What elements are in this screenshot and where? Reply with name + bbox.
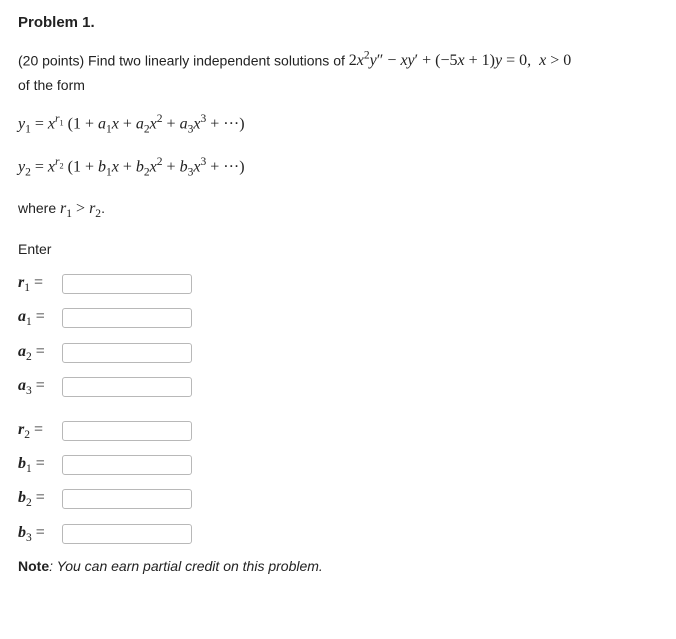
- label-b3: b3 =: [18, 524, 62, 544]
- main-equation: 2x2y″ − xy′ + (−5x + 1)y = 0, x > 0: [349, 52, 572, 69]
- input-a3[interactable]: [62, 377, 192, 397]
- input-a2[interactable]: [62, 343, 192, 363]
- input-a1[interactable]: [62, 308, 192, 328]
- label-r1: r1 =: [18, 274, 62, 294]
- note-text: : You can earn partial credit on this pr…: [49, 558, 323, 574]
- label-b1: b1 =: [18, 455, 62, 475]
- label-r2: r2 =: [18, 421, 62, 441]
- input-b2[interactable]: [62, 489, 192, 509]
- label-a3: a3 =: [18, 377, 62, 397]
- label-a1: a1 =: [18, 308, 62, 328]
- input-r2[interactable]: [62, 421, 192, 441]
- enter-text: Enter: [18, 238, 658, 260]
- input-b3[interactable]: [62, 524, 192, 544]
- input-r1[interactable]: [62, 274, 192, 294]
- intro-text-b: of the form: [18, 77, 85, 93]
- label-a2: a2 =: [18, 343, 62, 363]
- input-b1[interactable]: [62, 455, 192, 475]
- where-line: where r1 > r2.: [18, 196, 658, 224]
- problem-title: Problem 1.: [18, 14, 658, 31]
- points-text: (20 points): [18, 52, 84, 68]
- intro-text-a: Find two linearly independent solutions …: [84, 52, 349, 68]
- y2-form: y2 = xr2 (1 + b1x + b2x2 + b3x3 + ···): [18, 153, 658, 182]
- note-line: Note: You can earn partial credit on thi…: [18, 558, 658, 574]
- label-b2: b2 =: [18, 489, 62, 509]
- y1-form: y1 = xr1 (1 + a1x + a2x2 + a3x3 + ···): [18, 110, 658, 139]
- note-bold: Note: [18, 558, 49, 574]
- problem-statement: (20 points) Find two linearly independen…: [18, 47, 658, 96]
